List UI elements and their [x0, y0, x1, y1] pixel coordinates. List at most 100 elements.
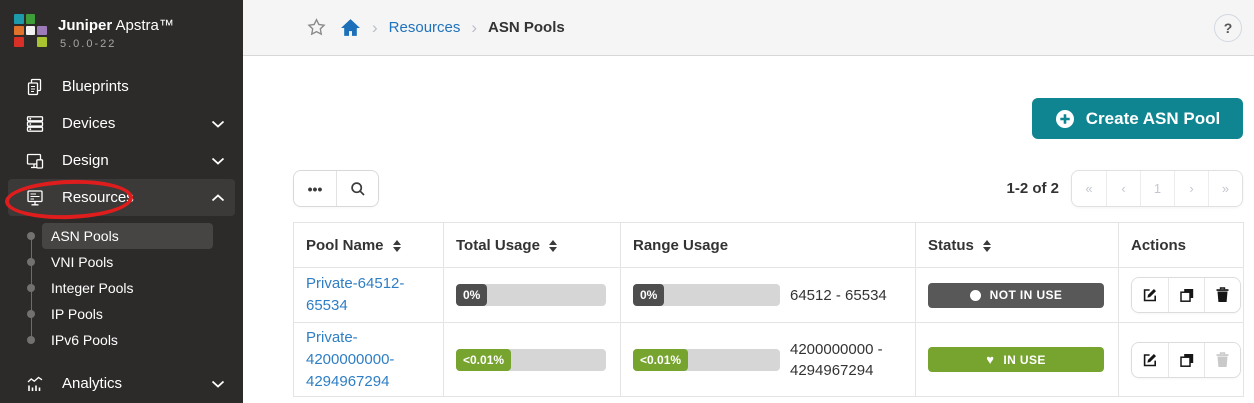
- favorite-star-icon[interactable]: [307, 18, 326, 37]
- sidebar: Juniper Apstra™ 5.0.0-22 Blueprints Devi…: [0, 0, 243, 403]
- chevron-up-icon: [211, 194, 225, 202]
- juniper-logo-icon: [14, 14, 47, 47]
- sidebar-item-asn-pools[interactable]: ASN Pools: [42, 223, 213, 249]
- create-asn-pool-button[interactable]: Create ASN Pool: [1032, 98, 1243, 139]
- breadcrumb-separator-icon: ›: [471, 18, 477, 38]
- table-tools-group: •••: [293, 170, 379, 207]
- edit-button[interactable]: [1132, 343, 1168, 377]
- status-cell: ♥ IN USE: [916, 323, 1119, 397]
- table-controls: ••• 1-2 of 2 « ‹ 1 › »: [293, 170, 1243, 207]
- status-badge: ♥ IN USE: [928, 347, 1104, 372]
- column-header-actions: Actions: [1119, 223, 1244, 268]
- total-usage-bar: <0.01%: [456, 349, 606, 371]
- column-label: Status: [928, 237, 974, 254]
- range-values: 64512 - 65534: [790, 285, 887, 306]
- range-values: 4200000000 - 4294967294: [790, 339, 903, 381]
- resources-icon: [25, 188, 45, 208]
- content-area: Create ASN Pool ••• 1-2 of 2 « ‹ 1 ›: [243, 56, 1254, 403]
- sidebar-item-integer-pools[interactable]: Integer Pools: [42, 275, 213, 301]
- current-page-button[interactable]: 1: [1140, 171, 1174, 206]
- total-usage-bar: 0%: [456, 284, 606, 306]
- circle-icon: [970, 290, 981, 301]
- sort-icon: [393, 240, 401, 252]
- usage-percent-badge: 0%: [633, 284, 664, 306]
- devices-icon: [25, 114, 45, 134]
- breadcrumb-bar: › Resources › ASN Pools ?: [243, 0, 1254, 56]
- pool-name-cell: Private-4200000000-4294967294: [294, 323, 444, 397]
- row-actions-group: [1131, 342, 1241, 378]
- design-icon: [25, 151, 45, 171]
- sidebar-item-vni-pools[interactable]: VNI Pools: [42, 249, 213, 275]
- submenu-dot-icon: [27, 310, 35, 318]
- brand-text: Juniper Apstra™ 5.0.0-22: [58, 14, 174, 50]
- edit-icon: [1142, 287, 1158, 303]
- sidebar-item-label: Blueprints: [62, 78, 129, 95]
- create-asn-pool-label: Create ASN Pool: [1086, 109, 1220, 129]
- sidebar-item-label: Devices: [62, 115, 115, 132]
- plus-circle-icon: [1055, 109, 1075, 129]
- home-icon[interactable]: [340, 18, 361, 37]
- clone-button[interactable]: [1168, 278, 1204, 312]
- next-page-button[interactable]: ›: [1174, 171, 1208, 206]
- app-title-primary: Juniper: [58, 17, 112, 34]
- range-usage-cell: <0.01% 4200000000 - 4294967294: [621, 323, 916, 397]
- breadcrumb-link-resources[interactable]: Resources: [389, 19, 461, 36]
- chevron-down-icon: [211, 157, 225, 165]
- sidebar-item-label: Analytics: [62, 375, 122, 392]
- trash-icon: [1215, 352, 1230, 368]
- table-row: Private-64512-65534 0% 0%: [294, 268, 1244, 323]
- asn-pools-table: Pool Name Total Usage Range Usage Status: [293, 222, 1244, 397]
- sidebar-subitem-label: IPv6 Pools: [51, 332, 118, 348]
- app-title: Juniper Apstra™: [58, 17, 174, 34]
- submenu-dot-icon: [27, 232, 35, 240]
- column-header-pool-name[interactable]: Pool Name: [294, 223, 444, 268]
- submenu-dot-icon: [27, 258, 35, 266]
- search-button[interactable]: [336, 171, 378, 206]
- actions-cell: [1119, 323, 1244, 397]
- sidebar-subitem-label: ASN Pools: [51, 228, 119, 244]
- breadcrumb-separator-icon: ›: [372, 18, 378, 38]
- analytics-icon: [25, 374, 45, 394]
- sidebar-item-design[interactable]: Design: [0, 142, 243, 179]
- sidebar-nav: Blueprints Devices Design: [0, 68, 243, 402]
- sidebar-item-blueprints[interactable]: Blueprints: [0, 68, 243, 105]
- pagination-summary: 1-2 of 2: [1006, 180, 1059, 197]
- range-usage-cell: 0% 64512 - 65534: [621, 268, 916, 323]
- total-usage-cell: 0%: [444, 268, 621, 323]
- pool-name-link[interactable]: Private-4200000000-4294967294: [306, 329, 394, 390]
- first-page-button[interactable]: «: [1072, 171, 1106, 206]
- table-row: Private-4200000000-4294967294 <0.01% <0.…: [294, 323, 1244, 397]
- pool-name-link[interactable]: Private-64512-65534: [306, 275, 404, 314]
- breadcrumb-current-page: ASN Pools: [488, 19, 565, 36]
- status-label: NOT IN USE: [990, 288, 1063, 302]
- sidebar-item-ipv6-pools[interactable]: IPv6 Pools: [42, 327, 213, 353]
- app-title-secondary: Apstra™: [116, 17, 174, 34]
- sort-icon: [983, 240, 991, 252]
- delete-button[interactable]: [1204, 278, 1240, 312]
- copy-icon: [1179, 352, 1195, 368]
- sidebar-item-analytics[interactable]: Analytics: [0, 365, 243, 402]
- pagination-controls: « ‹ 1 › »: [1071, 170, 1243, 207]
- more-options-button[interactable]: •••: [294, 171, 336, 206]
- main-area: › Resources › ASN Pools ? Create ASN Poo…: [243, 0, 1254, 403]
- prev-page-button[interactable]: ‹: [1106, 171, 1140, 206]
- help-button[interactable]: ?: [1214, 14, 1242, 42]
- sidebar-item-ip-pools[interactable]: IP Pools: [42, 301, 213, 327]
- submenu-dot-icon: [27, 284, 35, 292]
- column-header-total-usage[interactable]: Total Usage: [444, 223, 621, 268]
- resources-submenu: ASN Pools VNI Pools Integer Pools IP Poo…: [0, 223, 243, 353]
- sidebar-item-label: Design: [62, 152, 109, 169]
- copy-icon: [1179, 287, 1195, 303]
- last-page-button[interactable]: »: [1208, 171, 1242, 206]
- column-header-status[interactable]: Status: [916, 223, 1119, 268]
- status-badge: NOT IN USE: [928, 283, 1104, 308]
- submenu-dot-icon: [27, 336, 35, 344]
- clone-button[interactable]: [1168, 343, 1204, 377]
- sidebar-subitem-label: VNI Pools: [51, 254, 113, 270]
- range-usage-bar: <0.01%: [633, 349, 780, 371]
- edit-button[interactable]: [1132, 278, 1168, 312]
- sidebar-item-devices[interactable]: Devices: [0, 105, 243, 142]
- column-header-range-usage: Range Usage: [621, 223, 916, 268]
- sidebar-item-resources[interactable]: Resources: [8, 179, 235, 216]
- usage-percent-badge: 0%: [456, 284, 487, 306]
